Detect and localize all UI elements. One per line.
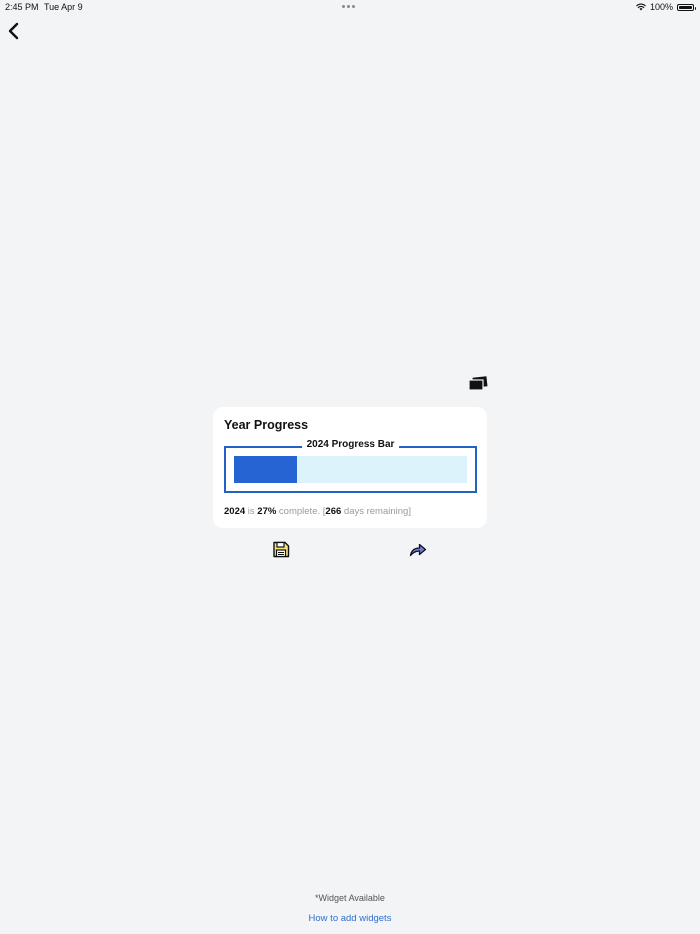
summary-days: 266 <box>325 506 342 517</box>
status-time: 2:45 PM <box>5 2 39 12</box>
multitasking-dots-icon[interactable] <box>342 5 355 8</box>
progress-fill <box>234 456 297 483</box>
share-button[interactable] <box>409 542 427 557</box>
how-to-add-widgets-link[interactable]: How to add widgets <box>0 913 700 924</box>
progress-frame: 2024 Progress Bar <box>224 439 477 493</box>
summary-days-remaining: days remaining] <box>341 506 411 517</box>
chevron-left-icon <box>8 22 19 40</box>
year-progress-widget: Year Progress 2024 Progress Bar 2024 is … <box>213 407 487 528</box>
progress-summary: 2024 is 27% complete. [266 days remainin… <box>224 506 411 517</box>
widget-title: Year Progress <box>224 418 309 432</box>
status-date: Tue Apr 9 <box>44 2 83 12</box>
save-button[interactable] <box>272 541 290 558</box>
widget-available-note: *Widget Available <box>315 893 385 903</box>
stacked-cards-icon[interactable] <box>468 376 488 392</box>
floppy-disk-icon <box>273 541 290 558</box>
status-bar: 2:45 PM Tue Apr 9 100% <box>0 0 700 16</box>
back-button[interactable] <box>6 22 22 40</box>
status-right: 100% <box>636 2 696 12</box>
share-arrow-icon <box>409 543 427 557</box>
progress-bar-label: 2024 Progress Bar <box>301 439 400 450</box>
summary-percent: 27% <box>257 506 277 517</box>
battery-percent: 100% <box>649 2 673 12</box>
wifi-icon <box>636 3 646 11</box>
battery-icon <box>677 3 696 11</box>
summary-year: 2024 <box>224 506 246 517</box>
summary-is: is <box>245 506 258 517</box>
progress-track <box>234 456 467 483</box>
summary-complete: complete. [ <box>276 506 326 517</box>
